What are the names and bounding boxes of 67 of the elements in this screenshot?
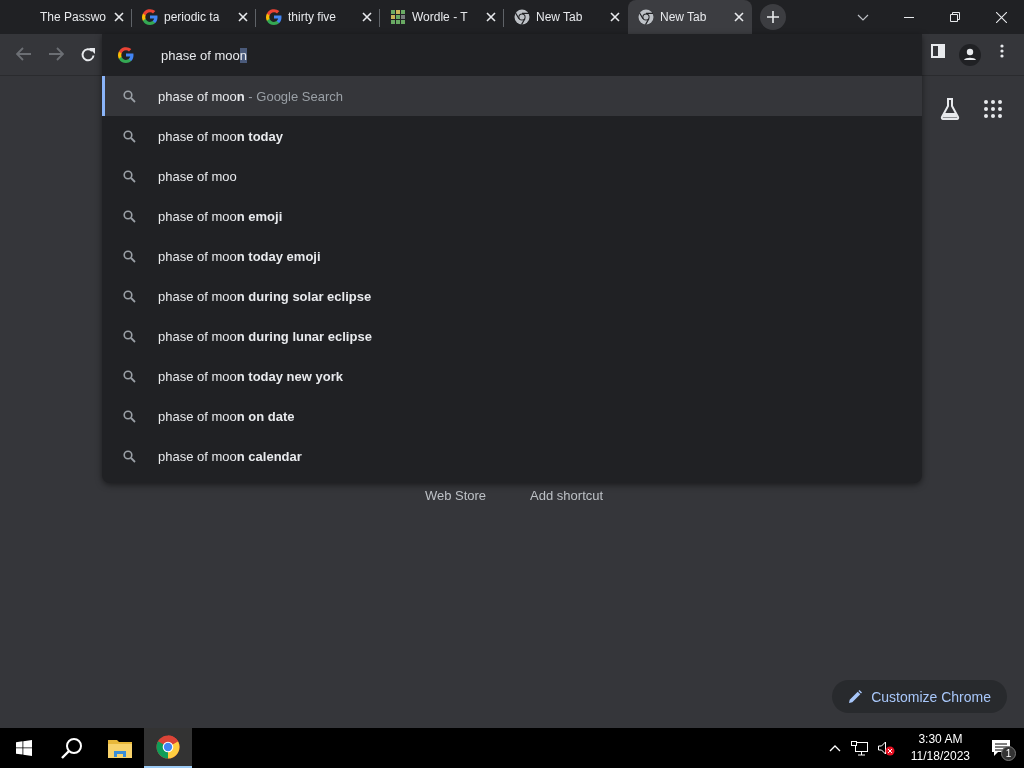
close-icon[interactable] [238, 12, 248, 22]
search-icon [123, 209, 136, 223]
address-field[interactable]: phase of moon [161, 47, 247, 63]
clock-time[interactable]: 3:30 AM [918, 731, 963, 748]
browser-tab[interactable]: Wordle - T [380, 0, 504, 34]
chrome-icon [514, 9, 530, 25]
g-logo-icon [142, 9, 158, 25]
browser-tab[interactable]: thirty five [256, 0, 380, 34]
customize-chrome-button[interactable]: Customize Chrome [832, 680, 1007, 713]
close-icon[interactable] [610, 12, 620, 22]
search-icon [123, 409, 136, 423]
flask-icon[interactable] [940, 98, 960, 120]
restore-icon[interactable] [950, 12, 960, 22]
search-icon [123, 369, 136, 383]
windows-start-icon[interactable] [16, 740, 32, 756]
suggestion-item[interactable]: phase of moon during solar eclipse [102, 276, 922, 316]
minimize-icon[interactable] [904, 16, 914, 18]
new-tab-button[interactable] [760, 4, 786, 30]
suggestion-item[interactable]: phase of moon on date [102, 396, 922, 436]
network-icon[interactable] [850, 740, 868, 756]
search-icon [123, 329, 136, 343]
chrome-icon[interactable] [156, 735, 180, 759]
suggestion-item[interactable]: phase of moon today [102, 116, 922, 156]
browser-tab[interactable]: The Passwo [8, 0, 132, 34]
chevron-up-icon[interactable] [828, 744, 841, 752]
search-icon [123, 89, 136, 103]
search-icon [123, 129, 136, 143]
search-icon [123, 289, 136, 303]
browser-tab[interactable]: New Tab [628, 0, 752, 34]
close-icon[interactable] [995, 11, 1007, 23]
profile-icon[interactable] [959, 43, 981, 66]
suggestion-item[interactable]: phase of moon today new york [102, 356, 922, 396]
back-arrow-icon[interactable] [16, 46, 32, 61]
close-icon[interactable] [486, 12, 496, 22]
suggestion-item[interactable]: phase of moon emoji [102, 196, 922, 236]
close-icon[interactable] [362, 12, 372, 22]
reload-icon[interactable] [80, 46, 96, 63]
clock-date[interactable]: 11/18/2023 [910, 748, 970, 765]
chrome-icon [638, 9, 654, 25]
suggestion-item[interactable]: phase of moo [102, 156, 922, 196]
notification-button[interactable]: 1 [986, 733, 1016, 763]
suggestion-item[interactable]: phase of moon during lunar eclipse [102, 316, 922, 356]
g-logo-icon [266, 9, 282, 25]
browser-tab[interactable]: New Tab [504, 0, 628, 34]
search-icon [123, 249, 136, 263]
apps-grid-icon[interactable] [984, 100, 1002, 118]
suggestion-item[interactable]: phase of moon calendar [102, 436, 922, 476]
browser-tab[interactable]: periodic ta [132, 0, 256, 34]
muted-speaker-icon[interactable] [877, 740, 895, 756]
search-icon [123, 169, 136, 183]
g-logo-icon [118, 47, 134, 63]
pencil-icon [848, 689, 863, 704]
search-icon[interactable] [61, 737, 83, 759]
folder-icon[interactable] [108, 738, 132, 758]
suggestion-item[interactable]: phase of moon today emoji [102, 236, 922, 276]
chevron-down-icon[interactable] [857, 13, 869, 21]
forward-arrow-icon[interactable] [48, 46, 64, 61]
close-icon[interactable] [114, 12, 124, 22]
search-icon [123, 449, 136, 463]
suggestion-item[interactable]: phase of moon - Google Search [102, 76, 922, 116]
menu-icon[interactable] [1000, 43, 1004, 58]
grid-icon [390, 9, 406, 25]
plus-icon[interactable] [767, 11, 779, 23]
shortcut-link[interactable]: Add shortcut [530, 488, 604, 503]
shortcut-link[interactable]: Web Store [424, 488, 487, 503]
close-icon[interactable] [734, 12, 744, 22]
side-panel-icon[interactable] [931, 43, 945, 58]
